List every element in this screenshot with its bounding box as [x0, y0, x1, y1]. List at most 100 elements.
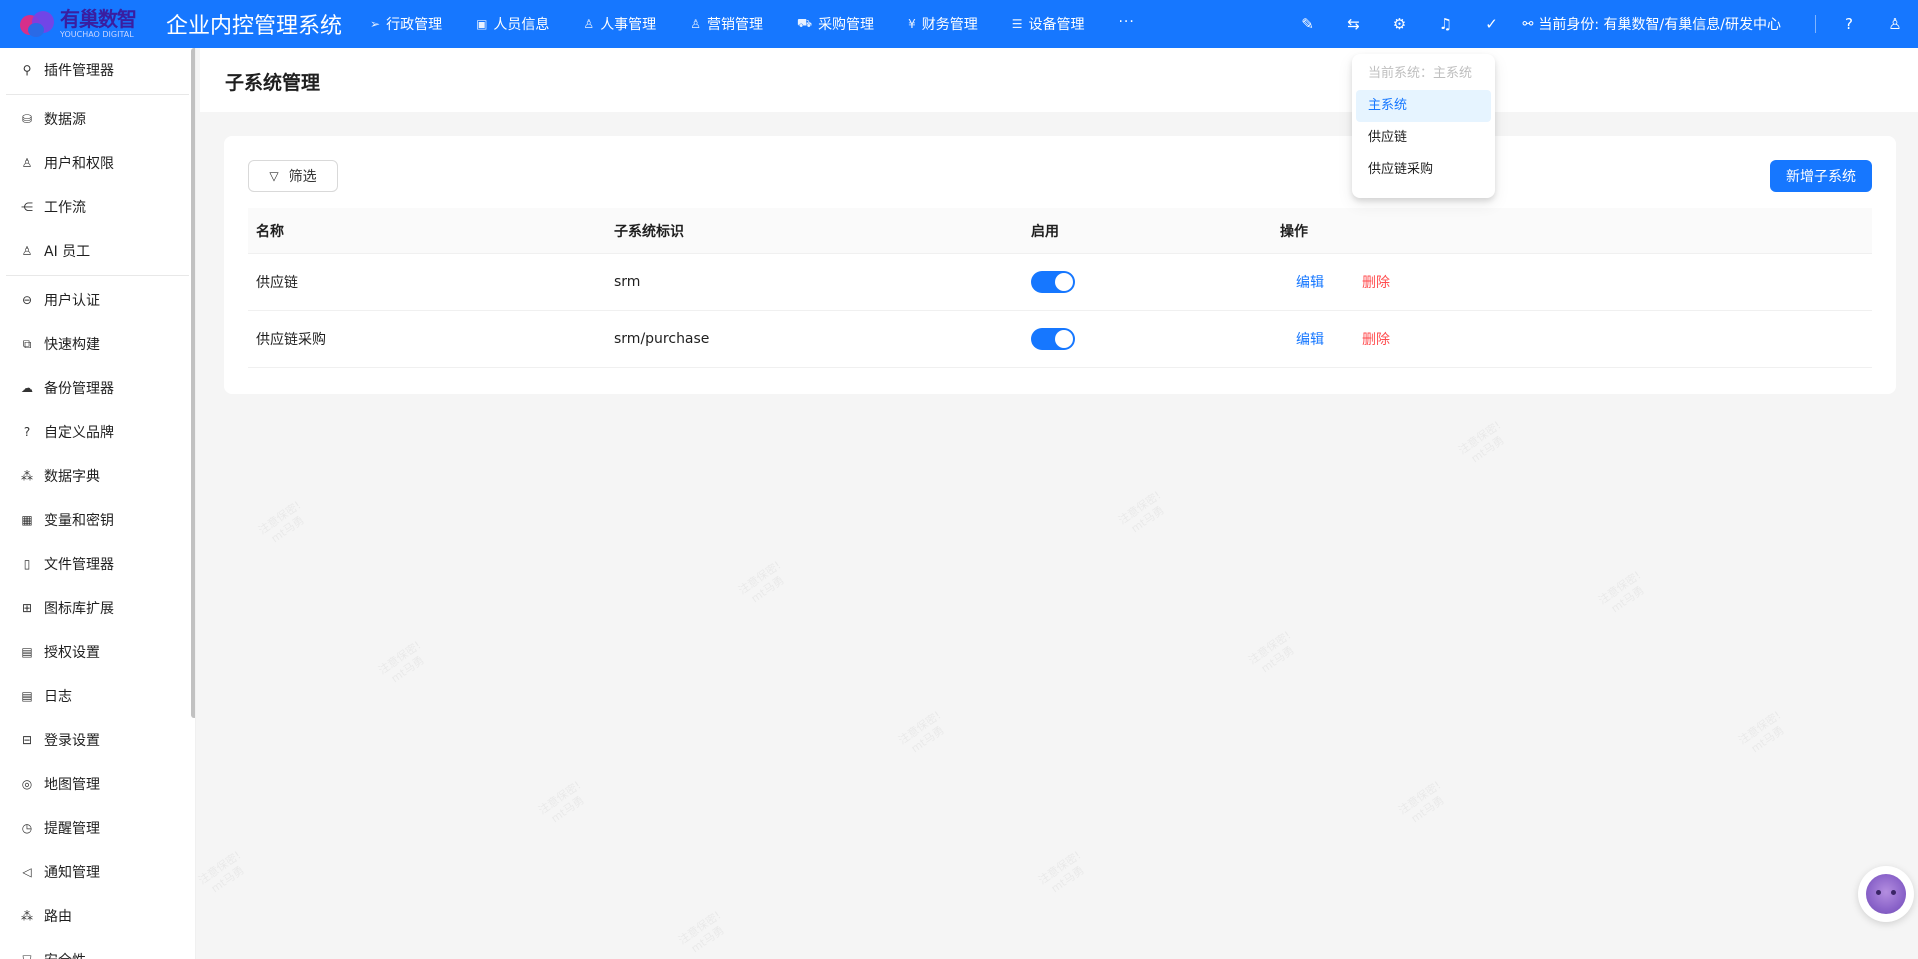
nav-item-equipment[interactable]: ☰ 设备管理 — [1012, 14, 1085, 34]
sidebar-item-map-management[interactable]: ◎ 地图管理 — [0, 762, 195, 806]
sidebar-item-routes[interactable]: ⁂ 路由 — [0, 894, 195, 938]
sidebar-item-logs[interactable]: ▤ 日志 — [0, 674, 195, 718]
question-circle-icon: ? — [23, 425, 31, 439]
sidebar-item-workflow[interactable]: ⋲ 工作流 — [0, 185, 195, 229]
nav-item-finance[interactable]: ¥ 财务管理 — [908, 14, 978, 34]
sliders-icon: ⊟ — [21, 733, 33, 747]
cluster-icon: ⁂ — [21, 469, 33, 483]
edit-link[interactable]: 编辑 — [1296, 329, 1324, 349]
id-card-icon: ▣ — [476, 17, 488, 31]
cart-icon: ⛟ — [796, 16, 813, 30]
sidebar-item-custom-brand[interactable]: ? 自定义品牌 — [0, 410, 195, 454]
dropdown-current-system: 当前系统：主系统 — [1368, 66, 1473, 81]
robot-icon: ♙ — [21, 244, 33, 258]
route-icon: ⁂ — [21, 909, 33, 923]
sidebar-item-user-auth[interactable]: ⊖ 用户认证 — [0, 278, 195, 322]
dropdown-item-main-system[interactable]: 主系统 — [1356, 90, 1491, 122]
sidebar-item-backup-manager[interactable]: ☁ 备份管理器 — [0, 366, 195, 410]
table-row: 供应链 srm 编辑 删除 — [248, 254, 1872, 311]
nav-item-marketing[interactable]: ♙ 营销管理 — [690, 14, 763, 34]
megaphone-icon: ◁ — [22, 865, 32, 879]
users-icon: ♙ — [21, 156, 33, 170]
cell-name: 供应链 — [256, 275, 298, 291]
bell-icon[interactable]: ♫ — [1422, 15, 1468, 33]
sidebar-item-quick-build[interactable]: ⧉ 快速构建 — [0, 322, 195, 366]
file-text-icon: ▤ — [21, 689, 33, 703]
user-icon: ♙ — [690, 17, 701, 31]
filter-button[interactable]: ▽ 筛选 — [248, 160, 338, 192]
cell-identifier: srm/purchase — [614, 331, 710, 347]
add-subsystem-button[interactable]: 新增子系统 — [1770, 160, 1872, 192]
cell-name: 供应链采购 — [256, 332, 326, 348]
ai-assistant-button[interactable] — [1858, 866, 1914, 922]
header-actions: ✎ ⇆ ⚙ ♫ ✓ ⚯ 当前身份: 有巢数智/有巢信息/研发中心 ? ♙ — [1284, 0, 1918, 48]
sidebar-item-license-settings[interactable]: ▤ 授权设置 — [0, 630, 195, 674]
table-icon: ▦ — [21, 513, 33, 527]
logo-text: 有巢数智 — [60, 7, 137, 31]
page-title: 子系统管理 — [225, 72, 321, 94]
column-header-name[interactable]: 名称 — [248, 221, 606, 241]
app-title: 企业内控管理系统 — [166, 14, 343, 39]
sidebar-divider — [6, 94, 189, 95]
switch-system-icon[interactable]: ⇆ — [1330, 15, 1376, 33]
sidebar-item-ai-staff[interactable]: ♙ AI 员工 — [0, 229, 195, 273]
user-avatar-icon[interactable]: ♙ — [1872, 15, 1918, 33]
send-icon: ➢ — [370, 17, 381, 31]
sidebar-item-reminders[interactable]: ◷ 提醒管理 — [0, 806, 195, 850]
shield-icon: ⛉ — [20, 953, 34, 959]
check-circle-icon[interactable]: ✓ — [1468, 15, 1514, 33]
column-header-enabled[interactable]: 启用 — [1023, 221, 1272, 241]
sidebar-item-data-dictionary[interactable]: ⁂ 数据字典 — [0, 454, 195, 498]
sidebar-item-file-manager[interactable]: ▯ 文件管理器 — [0, 542, 195, 586]
column-header-actions: 操作 — [1280, 223, 1308, 240]
sidebar-item-notifications[interactable]: ◁ 通知管理 — [0, 850, 195, 894]
sidebar: ⚲ 插件管理器 ⛁ 数据源 ♙ 用户和权限 ⋲ 工作流 ♙ AI 员工 ⊖ 用户认证 ⧉ 快速… — [0, 48, 196, 959]
logo[interactable]: 有巢数智 YOUCHAO DIGITAL — [18, 7, 156, 41]
login-icon: ⊖ — [21, 293, 33, 307]
subsystem-card: ▽ 筛选 新增子系统 名称 子系统标识 启用 操作 供应链 srm 编辑 删除 … — [224, 136, 1896, 394]
sidebar-item-variables-secrets[interactable]: ▦ 变量和密钥 — [0, 498, 195, 542]
sidebar-item-icon-library[interactable]: ⊞ 图标库扩展 — [0, 586, 195, 630]
clock-icon: ◷ — [21, 821, 33, 835]
dropdown-item-supply-chain-purchase[interactable]: 供应链采购 — [1356, 154, 1491, 186]
more-menu-button[interactable]: ··· — [1118, 14, 1134, 34]
enabled-toggle[interactable] — [1031, 328, 1075, 350]
nav-item-purchase[interactable]: ⛟ 采购管理 — [797, 14, 874, 34]
cell-identifier: srm — [614, 274, 641, 290]
logo-mark-icon — [18, 7, 58, 41]
delete-link[interactable]: 删除 — [1362, 329, 1390, 349]
sidebar-item-login-settings[interactable]: ⊟ 登录设置 — [0, 718, 195, 762]
org-tree-icon: ⚯ — [1522, 16, 1534, 32]
sidebar-item-datasource[interactable]: ⛁ 数据源 — [0, 97, 195, 141]
column-header-identifier[interactable]: 子系统标识 — [606, 221, 1023, 241]
location-icon: ◎ — [21, 777, 33, 791]
top-nav: ➢ 行政管理 ▣ 人员信息 ♙ 人事管理 ♙ 营销管理 ⛟ 采购管理 ¥ 财务管… — [370, 14, 1135, 34]
delete-link[interactable]: 删除 — [1362, 272, 1390, 292]
table-row: 供应链采购 srm/purchase 编辑 删除 — [248, 311, 1872, 368]
device-icon: ☰ — [1011, 17, 1023, 31]
sidebar-item-users-permissions[interactable]: ♙ 用户和权限 — [0, 141, 195, 185]
nav-item-hr[interactable]: ♙ 人事管理 — [583, 14, 656, 34]
nav-item-admin[interactable]: ➢ 行政管理 — [370, 14, 442, 34]
assistant-avatar-icon — [1866, 874, 1906, 914]
table-header: 名称 子系统标识 启用 操作 — [248, 208, 1872, 254]
page-header: 子系统管理 — [200, 48, 1918, 112]
workflow-icon: ⋲ — [21, 200, 33, 214]
system-switch-dropdown: 当前系统：主系统 主系统 供应链 供应链采购 — [1352, 54, 1495, 198]
sidebar-scrollbar[interactable] — [191, 48, 195, 718]
sidebar-item-plugin-manager[interactable]: ⚲ 插件管理器 — [0, 48, 195, 92]
audit-icon: ▤ — [21, 645, 33, 659]
top-header: 有巢数智 YOUCHAO DIGITAL 企业内控管理系统 ➢ 行政管理 ▣ 人… — [0, 0, 1918, 48]
enabled-toggle[interactable] — [1031, 271, 1075, 293]
current-identity[interactable]: ⚯ 当前身份: 有巢数智/有巢信息/研发中心 — [1522, 14, 1781, 34]
help-icon[interactable]: ? — [1826, 15, 1872, 33]
filter-icon: ▽ — [269, 169, 279, 183]
dropdown-item-supply-chain[interactable]: 供应链 — [1356, 122, 1491, 154]
theme-brush-icon[interactable]: ✎ — [1284, 15, 1330, 33]
nav-item-personnel[interactable]: ▣ 人员信息 — [476, 14, 549, 34]
edit-link[interactable]: 编辑 — [1296, 272, 1324, 292]
grid-icon: ⊞ — [21, 601, 33, 615]
settings-gear-icon[interactable]: ⚙ — [1376, 15, 1422, 33]
sidebar-item-security[interactable]: ⛉安全性 — [0, 938, 195, 959]
file-icon: ▯ — [23, 557, 31, 571]
